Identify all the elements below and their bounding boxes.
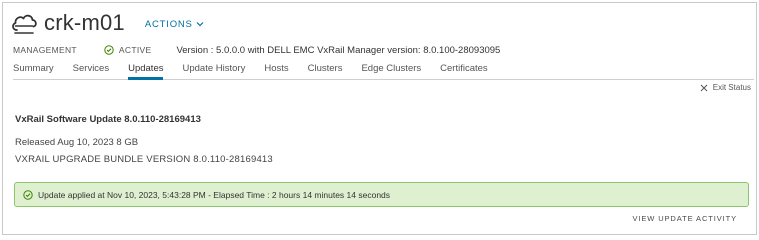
tab-update-history[interactable]: Update History [182, 61, 245, 79]
update-title: VxRail Software Update 8.0.110-28169413 [15, 114, 201, 125]
tab-edge-clusters[interactable]: Edge Clusters [361, 61, 421, 79]
tab-updates[interactable]: Updates [128, 61, 164, 80]
alert-message: Update applied at Nov 10, 2023, 5:43:28 … [38, 189, 391, 200]
status-label: ACTIVE [118, 45, 152, 55]
check-circle-icon [104, 45, 114, 55]
tab-services[interactable]: Services [73, 61, 109, 79]
tab-hosts[interactable]: Hosts [264, 61, 288, 79]
page-header: crk-m01 ACTIONS [10, 8, 204, 38]
version-text: Version : 5.0.0.0 with DELL EMC VxRail M… [176, 44, 501, 56]
chevron-down-icon [196, 22, 204, 27]
check-circle-icon [23, 189, 33, 200]
exit-status-button[interactable]: Exit Status [700, 83, 751, 92]
actions-label: ACTIONS [144, 18, 193, 30]
update-success-alert: Update applied at Nov 10, 2023, 5:43:28 … [14, 182, 749, 207]
tab-summary[interactable]: Summary [13, 61, 54, 79]
actions-menu-button[interactable]: ACTIONS [145, 19, 204, 30]
status-badge: ACTIVE [104, 45, 152, 55]
tab-bar: Summary Services Updates Update History … [13, 61, 754, 80]
page-title: crk-m01 [44, 10, 125, 35]
exit-status-label: Exit Status [712, 83, 751, 92]
view-update-activity-link[interactable]: VIEW UPDATE ACTIVITY [632, 214, 737, 223]
update-release-info: Released Aug 10, 2023 8 GB [15, 137, 139, 148]
tab-certificates[interactable]: Certificates [440, 61, 488, 79]
close-icon [700, 84, 708, 91]
domain-meta: MANAGEMENT ACTIVE Version : 5.0.0.0 with… [13, 43, 500, 57]
tab-clusters[interactable]: Clusters [308, 61, 343, 79]
cloud-icon [12, 14, 37, 34]
update-bundle-version: VXRAIL UPGRADE BUNDLE VERSION 8.0.110-28… [15, 154, 273, 165]
domain-type-label: MANAGEMENT [13, 45, 77, 55]
